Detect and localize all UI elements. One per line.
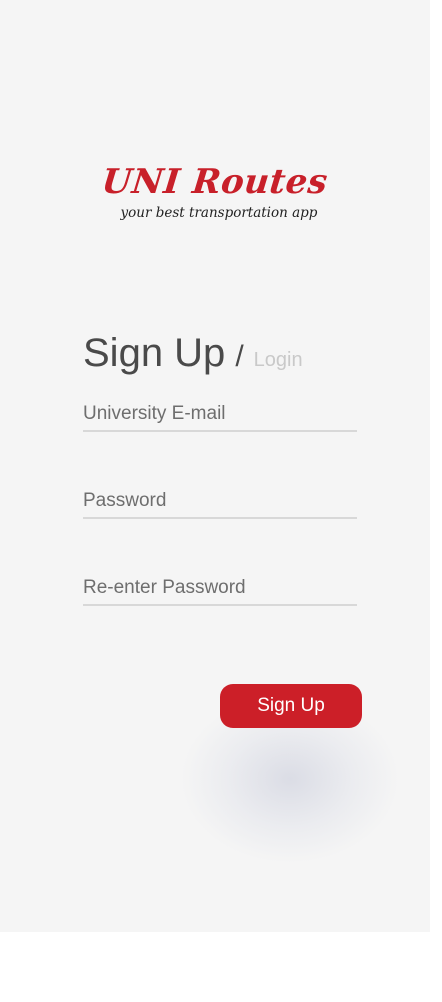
- heading-separator: /: [235, 340, 244, 373]
- app-logo: UNI Routes your best transportation app: [0, 160, 430, 222]
- password-input[interactable]: [83, 488, 357, 517]
- email-input[interactable]: [83, 401, 357, 430]
- email-field: [83, 401, 357, 432]
- signup-button[interactable]: Sign Up: [220, 684, 362, 728]
- login-link[interactable]: Login: [254, 349, 303, 371]
- confirm-password-input[interactable]: [83, 575, 357, 604]
- signup-button-wrap: Sign Up: [180, 684, 400, 864]
- auth-mode-heading: Sign Up / Login: [83, 330, 303, 376]
- logo-title: UNI Routes: [100, 162, 330, 202]
- signup-screen: UNI Routes your best transportation app …: [0, 0, 430, 932]
- signup-title: Sign Up: [83, 331, 226, 375]
- password-field: [83, 488, 357, 519]
- logo-tagline: your best transportation app: [120, 205, 318, 221]
- confirm-password-field: [83, 575, 357, 606]
